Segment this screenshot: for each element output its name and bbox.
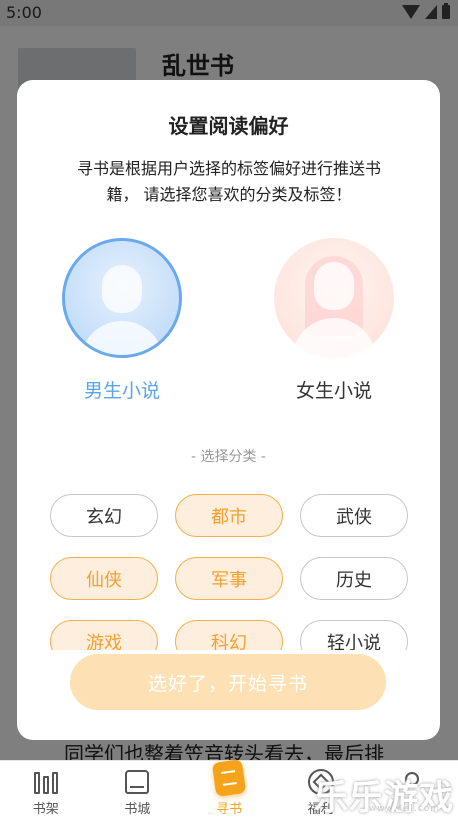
tag-kehuan[interactable]: 科幻 <box>175 620 283 650</box>
reading-preference-dialog: 设置阅读偏好 寻书是根据用户选择的标签偏好进行推送书 籍， 请选择您喜欢的分类及… <box>17 80 440 740</box>
female-novel-label: 女生小说 <box>295 380 372 402</box>
watermark-logo: 乐乐游戏 www.4dl.com <box>314 770 454 819</box>
find-book-icon <box>211 759 247 797</box>
tag-junshi[interactable]: 军事 <box>175 557 283 600</box>
tab-bookstore-label: 书城 <box>124 802 151 817</box>
female-avatar-icon <box>274 238 394 358</box>
tag-xianxia[interactable]: 仙侠 <box>50 557 158 600</box>
category-tag-list: 玄幻 都市 武侠 仙侠 军事 历史 游戏 科幻 轻小说 <box>50 494 408 650</box>
dialog-description-line1: 寻书是根据用户选择的标签偏好进行推送书 <box>76 159 381 178</box>
dialog-title: 设置阅读偏好 <box>168 114 289 138</box>
tag-dushi[interactable]: 都市 <box>175 494 283 537</box>
tag-wuxia[interactable]: 武侠 <box>300 494 408 537</box>
bookshelf-icon <box>31 768 61 796</box>
tab-bookshelf-label: 书架 <box>32 802 59 817</box>
tab-find-book[interactable]: 寻书 <box>183 759 275 820</box>
category-section-label: - 选择分类 - <box>190 449 266 465</box>
tag-qingxiaoshuo[interactable]: 轻小说 <box>300 620 408 650</box>
tag-lishi[interactable]: 历史 <box>300 557 408 600</box>
dialog-description: 寻书是根据用户选择的标签偏好进行推送书 籍， 请选择您喜欢的分类及标签！ <box>53 156 405 208</box>
male-novel-option[interactable]: 男生小说 <box>62 238 182 403</box>
start-search-button[interactable]: 选好了，开始寻书 <box>70 654 386 710</box>
dialog-description-line2: 籍， 请选择您喜欢的分类及标签！ <box>106 185 352 204</box>
tab-find-book-label: 寻书 <box>215 802 242 817</box>
tab-bookstore[interactable]: 书城 <box>92 761 184 820</box>
male-novel-label: 男生小说 <box>83 380 160 402</box>
female-novel-option[interactable]: 女生小说 <box>274 238 394 403</box>
tag-youxi[interactable]: 游戏 <box>50 620 158 650</box>
tab-bookshelf[interactable]: 书架 <box>0 761 92 820</box>
watermark-url: www.4dl.com <box>368 804 440 814</box>
tag-xuanhuan[interactable]: 玄幻 <box>50 494 158 537</box>
male-avatar-icon <box>62 238 182 358</box>
bookstore-icon <box>122 768 152 796</box>
